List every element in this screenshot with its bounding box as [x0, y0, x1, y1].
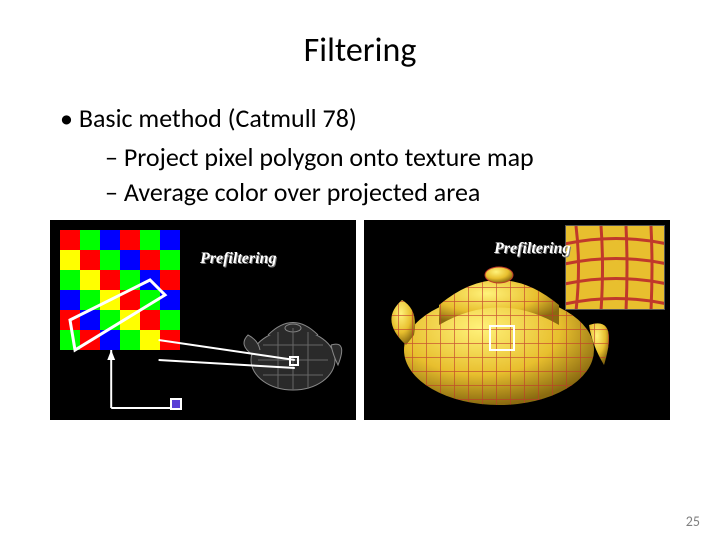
slide-title: Filtering [50, 30, 670, 71]
checker-cell [160, 230, 180, 250]
checker-cell [160, 310, 180, 330]
checker-cell [160, 290, 180, 310]
teapot-wireframe-icon [238, 290, 348, 400]
slide: Filtering Basic method (Catmull 78) Proj… [0, 0, 720, 540]
pixel-sample-icon [170, 398, 182, 410]
zoom-inset-graphic [566, 226, 665, 310]
checker-cell [100, 290, 120, 310]
figure-right: Prefiltering Prefiltering [364, 220, 670, 420]
checker-cell [80, 310, 100, 330]
checker-cell [160, 250, 180, 270]
bullet-main: Basic method (Catmull 78) Project pixel … [60, 101, 670, 210]
checker-cell [60, 290, 80, 310]
checker-cell [140, 310, 160, 330]
checker-cell [80, 270, 100, 290]
checker-texture [60, 230, 180, 350]
checker-cell [80, 290, 100, 310]
checker-cell [160, 270, 180, 290]
figure-row: Prefiltering Prefiltering [50, 220, 670, 420]
page-number: 25 [686, 513, 700, 530]
checker-cell [100, 250, 120, 270]
checker-cell [100, 330, 120, 350]
bullet-sub-2: Average color over projected area [105, 175, 670, 210]
checker-cell [120, 250, 140, 270]
checker-cell [80, 330, 100, 350]
zoom-region-box [489, 325, 515, 351]
checker-cell [120, 290, 140, 310]
checker-cell [120, 270, 140, 290]
checker-cell [100, 310, 120, 330]
checker-cell [140, 250, 160, 270]
figure-left: Prefiltering Prefiltering [50, 220, 356, 420]
checker-cell [140, 290, 160, 310]
checker-cell [60, 230, 80, 250]
slide-content: Basic method (Catmull 78) Project pixel … [50, 101, 670, 210]
checker-cell [160, 330, 180, 350]
checker-cell [60, 310, 80, 330]
checker-cell [80, 230, 100, 250]
checker-cell [120, 310, 140, 330]
checker-cell [80, 250, 100, 270]
checker-cell [120, 230, 140, 250]
bullet-sub-1: Project pixel polygon onto texture map [105, 140, 670, 175]
checker-cell [140, 230, 160, 250]
checker-cell [120, 330, 140, 350]
checker-cell [60, 250, 80, 270]
checker-cell [140, 330, 160, 350]
bullet-main-text: Basic method (Catmull 78) [79, 102, 357, 134]
checker-cell [100, 230, 120, 250]
checker-cell [60, 330, 80, 350]
prefiltering-label-left: Prefiltering Prefiltering [200, 250, 276, 268]
prefiltering-label-right: Prefiltering Prefiltering [494, 240, 570, 258]
checker-cell [60, 270, 80, 290]
checker-cell [140, 270, 160, 290]
zoom-inset [565, 225, 665, 310]
checker-cell [100, 270, 120, 290]
